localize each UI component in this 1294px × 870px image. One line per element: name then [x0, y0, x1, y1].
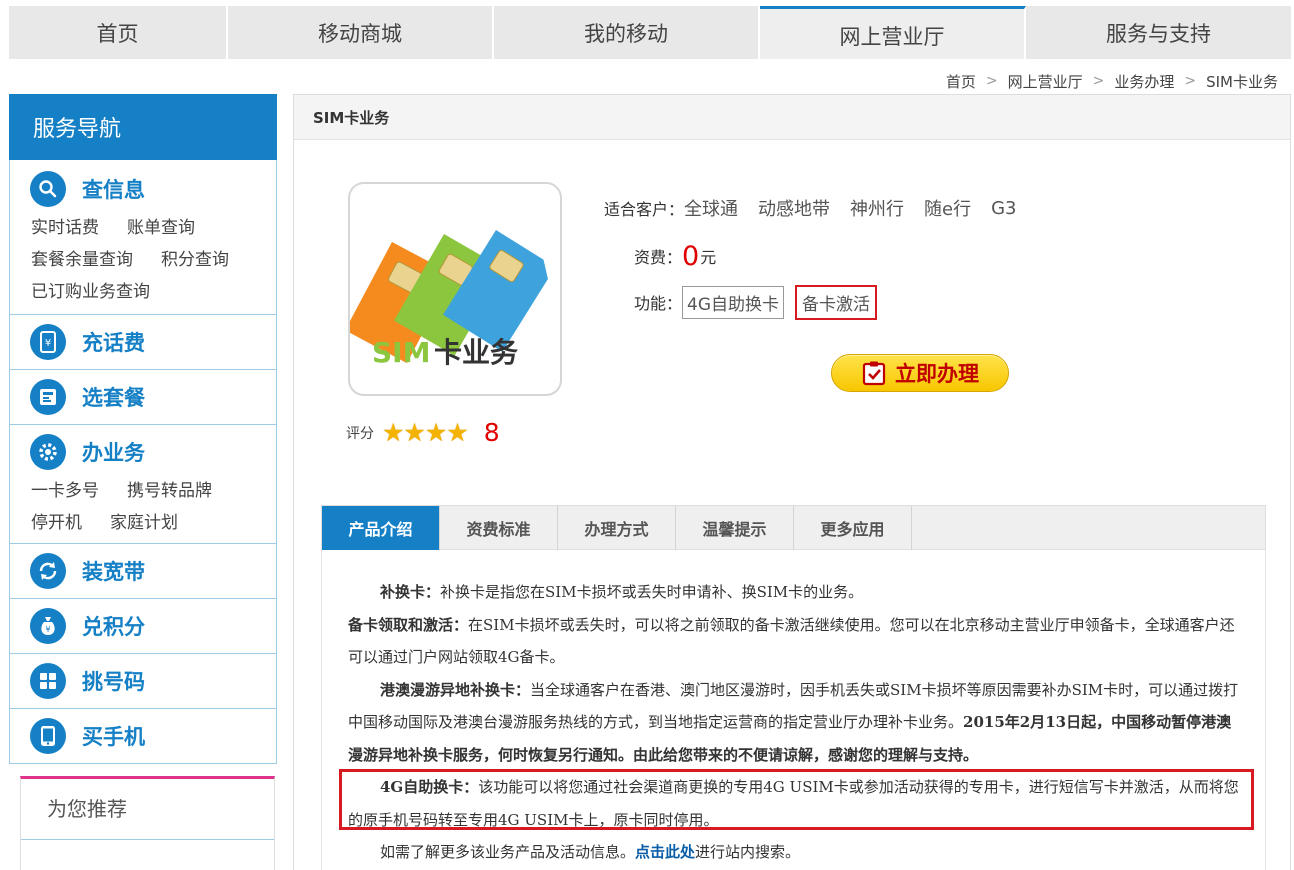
- tab-product-intro[interactable]: 产品介绍: [322, 506, 440, 550]
- paragraph-backup-card: 备卡领取和激活：在SIM卡损坏或丢失时，可以将之前领取的备卡激活继续使用。您可以…: [348, 615, 1235, 667]
- paragraph-hk-macau-roaming: 港澳漫游异地补换卡：当全球通客户在香港、澳门地区漫游时，因手机丢失或SIM卡损坏…: [348, 680, 1239, 764]
- customer-type: G3: [991, 197, 1017, 219]
- paragraph-more-info: 如需了解更多该业务产品及活动信息。点击此处进行站内搜索。: [380, 843, 801, 861]
- star-icon: ★: [382, 418, 405, 447]
- customer-type: 随e行: [924, 199, 972, 220]
- paragraph-4g-self-swap: 4G自助换卡：该功能可以将您通过社会渠道商更换的专用4G USIM卡或参加活动获…: [348, 778, 1239, 829]
- link-subscribed-query[interactable]: 已订购业务查询: [31, 276, 150, 308]
- top-navigation: 首页 移动商城 我的移动 网上营业厅 服务与支持: [9, 6, 1291, 59]
- page-title: SIM卡业务: [294, 95, 1290, 140]
- clipboard-check-icon: [862, 361, 886, 386]
- breadcrumb-online-hall[interactable]: 网上营业厅: [1008, 71, 1083, 92]
- sidebar-item-recharge[interactable]: ¥ 充话费: [10, 324, 276, 360]
- sidebar-item-broadband[interactable]: 装宽带: [10, 553, 276, 589]
- sidebar-item-check-info[interactable]: 查信息: [10, 171, 276, 207]
- tab-how-to-apply[interactable]: 办理方式: [558, 506, 676, 550]
- product-info: 适合客户： 全球通 动感地带 神州行 随e行 G3 资费： 0 元 功能： 4G…: [604, 193, 1037, 320]
- rating-label: 评分: [346, 425, 374, 442]
- breadcrumb-current: SIM卡业务: [1206, 72, 1278, 91]
- sidebar-item-label: 办业务: [82, 441, 145, 465]
- tab-more-apps[interactable]: 更多应用: [794, 506, 912, 550]
- link-points-query[interactable]: 积分查询: [161, 244, 229, 276]
- star-icon: ★: [424, 418, 448, 447]
- money-bag-icon: ¥: [30, 608, 66, 644]
- sim-card-product-image: SIM 卡业务: [348, 182, 562, 396]
- customer-type: 神州行: [850, 199, 905, 220]
- sidebar-item-handle-business[interactable]: 办业务: [10, 434, 276, 470]
- product-image-sim-text: SIM: [372, 336, 430, 369]
- sidebar-item-choose-package[interactable]: 选套餐: [10, 379, 276, 415]
- sidebar-item-label: 装宽带: [82, 560, 145, 584]
- breadcrumb-separator: >: [985, 73, 998, 89]
- star-icon: ★: [446, 418, 469, 447]
- svg-text:¥: ¥: [45, 625, 50, 634]
- fee-label: 资费：: [634, 248, 683, 267]
- sidebar-title: 服务导航: [9, 94, 277, 160]
- customers-label: 适合客户：: [604, 200, 685, 219]
- apply-now-button[interactable]: 立即办理: [831, 354, 1009, 392]
- function-4g-self-swap[interactable]: 4G自助换卡: [682, 285, 785, 319]
- link-realtime-fee[interactable]: 实时话费: [31, 212, 99, 244]
- tab-fee-standard[interactable]: 资费标准: [440, 506, 558, 550]
- function-backup-card-activate[interactable]: 备卡激活: [795, 284, 878, 320]
- breadcrumb-separator: >: [1184, 73, 1197, 89]
- recommend-title: 为您推荐: [21, 779, 274, 840]
- link-bill-query[interactable]: 账单查询: [127, 212, 195, 244]
- product-image-title-text: 卡业务: [434, 336, 518, 369]
- gear-icon: [30, 434, 66, 470]
- apply-now-label: 立即办理: [895, 362, 979, 386]
- nav-tab-online-hall[interactable]: 网上营业厅: [760, 6, 1026, 59]
- breadcrumb-separator: >: [1092, 73, 1105, 89]
- paragraph-replace-card: 补换卡：补换卡是指您在SIM卡损坏或丢失时申请补、换SIM卡的业务。: [380, 583, 864, 601]
- sidebar-item-label: 挑号码: [82, 670, 145, 694]
- link-one-card-multi-number[interactable]: 一卡多号: [31, 475, 99, 507]
- sidebar-item-pick-number[interactable]: 挑号码: [10, 663, 276, 699]
- yen-phone-icon: ¥: [30, 324, 66, 360]
- sidebar-item-label: 查信息: [82, 178, 145, 202]
- search-icon: [30, 171, 66, 207]
- function-label: 功能：: [634, 294, 683, 313]
- sidebar-item-redeem-points[interactable]: ¥ 兑积分: [10, 608, 276, 644]
- package-icon: [30, 379, 66, 415]
- click-here-link[interactable]: 点击此处: [635, 843, 695, 861]
- star-icon: ★: [403, 418, 426, 447]
- recommend-panel: 为您推荐: [20, 776, 275, 870]
- refresh-icon: [30, 553, 66, 589]
- link-suspend-resume[interactable]: 停开机: [31, 507, 82, 539]
- product-tabs: 产品介绍 资费标准 办理方式 温馨提示 更多应用: [321, 505, 1266, 550]
- link-family-plan[interactable]: 家庭计划: [110, 507, 178, 539]
- link-package-balance[interactable]: 套餐余量查询: [31, 244, 133, 276]
- sidebar-item-label: 买手机: [82, 725, 145, 749]
- phone-icon: [30, 718, 66, 754]
- sidebar-item-buy-phone[interactable]: 买手机: [10, 718, 276, 754]
- fee-value: 0: [682, 240, 700, 272]
- fee-unit: 元: [700, 248, 717, 267]
- nav-tab-mall[interactable]: 移动商城: [228, 6, 494, 59]
- nav-tab-service-support[interactable]: 服务与支持: [1026, 6, 1291, 59]
- rating-score: 8: [483, 418, 500, 447]
- nav-tab-my-mobile[interactable]: 我的移动: [494, 6, 760, 59]
- svg-text:¥: ¥: [45, 338, 51, 349]
- main-panel: SIM卡业务 SIM 卡业务 评分 ★ ★ ★ ★ 8 适合客户： 全球通 动感…: [293, 94, 1291, 870]
- customer-type: 全球通: [684, 199, 739, 220]
- product-intro-content: 补换卡：补换卡是指您在SIM卡损坏或丢失时申请补、换SIM卡的业务。 备卡领取和…: [321, 550, 1266, 870]
- sidebar-item-label: 充话费: [82, 331, 145, 355]
- rating: 评分 ★ ★ ★ ★ 8: [346, 418, 500, 447]
- breadcrumb: 首页 > 网上营业厅 > 业务办理 > SIM卡业务: [946, 70, 1278, 92]
- service-sidebar: 服务导航 查信息 实时话费 账单查询 套餐余量查询 积分查询 已订购业务查询 ¥: [9, 94, 277, 764]
- nav-tab-home[interactable]: 首页: [9, 6, 228, 59]
- tab-tips[interactable]: 温馨提示: [676, 506, 794, 550]
- customer-type: 动感地带: [758, 199, 831, 220]
- sidebar-item-label: 兑积分: [82, 615, 145, 639]
- link-brand-transfer[interactable]: 携号转品牌: [127, 475, 212, 507]
- sidebar-item-label: 选套餐: [82, 386, 145, 410]
- grid-icon: [30, 663, 66, 699]
- breadcrumb-business[interactable]: 业务办理: [1114, 71, 1174, 92]
- breadcrumb-home[interactable]: 首页: [946, 71, 976, 92]
